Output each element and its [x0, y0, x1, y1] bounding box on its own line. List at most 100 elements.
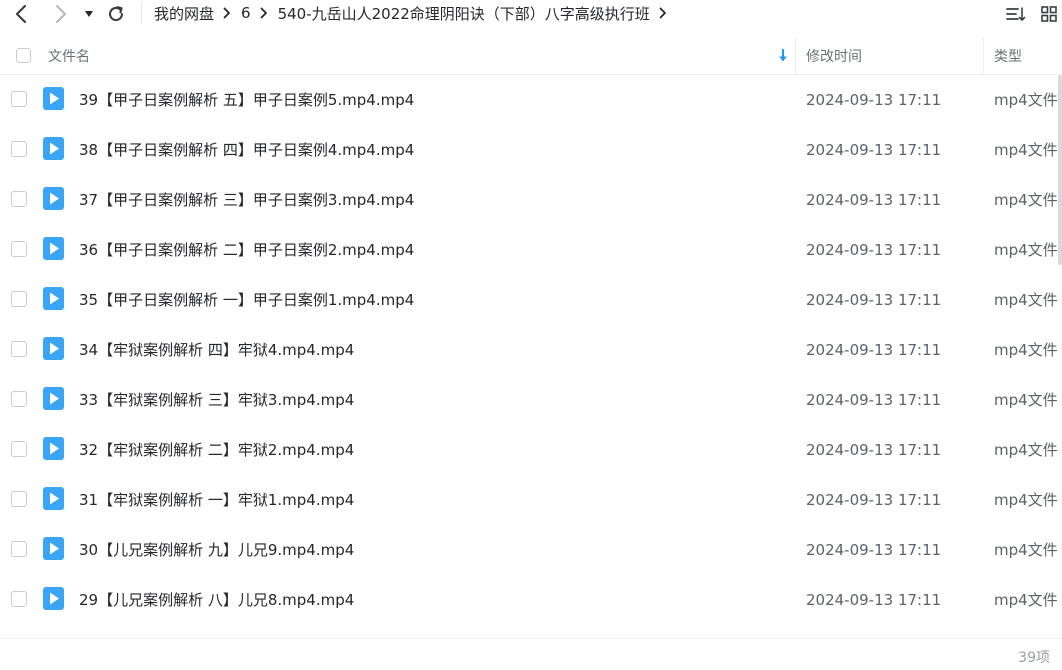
video-file-icon — [43, 137, 64, 160]
video-file-icon — [43, 487, 64, 510]
breadcrumb-separator-icon — [223, 7, 231, 19]
table-row[interactable]: 37【甲子日案例解析 三】甲子日案例3.mp4.mp4 2024-09-13 1… — [0, 175, 1062, 225]
breadcrumb-separator-icon — [260, 7, 268, 19]
column-header-modified[interactable]: 修改时间 — [806, 38, 862, 74]
video-file-icon — [43, 387, 64, 410]
breadcrumb: 我的网盘 6 540-九岳山人2022命理阴阳诀（下部）八字高级执行班 — [154, 0, 677, 26]
file-type: mp4文件 — [994, 491, 1058, 509]
breadcrumb-item-folder[interactable]: 6 — [241, 4, 251, 22]
table-row[interactable] — [0, 625, 1062, 637]
file-modified: 2024-09-13 17:11 — [806, 491, 942, 509]
video-file-icon — [43, 287, 64, 310]
sort-button[interactable] — [1005, 4, 1027, 24]
item-count: 39项 — [1018, 650, 1050, 666]
file-type: mp4文件 — [994, 91, 1058, 109]
table-row[interactable]: 35【甲子日案例解析 一】甲子日案例1.mp4.mp4 2024-09-13 1… — [0, 275, 1062, 325]
refresh-button[interactable] — [104, 0, 128, 28]
table-header: 文件名 修改时间 类型 — [0, 38, 1062, 75]
file-name: 35【甲子日案例解析 一】甲子日案例1.mp4.mp4 — [79, 291, 415, 309]
select-all-checkbox[interactable] — [16, 48, 31, 63]
row-checkbox[interactable] — [11, 91, 27, 107]
row-checkbox[interactable] — [11, 391, 27, 407]
table-row[interactable]: 39【甲子日案例解析 五】甲子日案例5.mp4.mp4 2024-09-13 1… — [0, 75, 1062, 125]
video-file-icon — [43, 187, 64, 210]
breadcrumb-item-current[interactable]: 540-九岳山人2022命理阴阳诀（下部）八字高级执行班 — [278, 3, 650, 24]
file-modified: 2024-09-13 17:11 — [806, 291, 942, 309]
table-row[interactable]: 30【儿兄案例解析 九】儿兄9.mp4.mp4 2024-09-13 17:11… — [0, 525, 1062, 575]
video-file-icon — [43, 237, 64, 260]
row-checkbox[interactable] — [11, 141, 27, 157]
file-type: mp4文件 — [994, 191, 1058, 209]
file-type: mp4文件 — [994, 291, 1058, 309]
status-bar: 39项 — [0, 638, 1062, 670]
column-header-name[interactable]: 文件名 — [48, 38, 90, 74]
file-modified: 2024-09-13 17:11 — [806, 341, 942, 359]
file-name: 39【甲子日案例解析 五】甲子日案例5.mp4.mp4 — [79, 91, 415, 109]
column-divider[interactable] — [983, 38, 984, 74]
top-toolbar: 我的网盘 6 540-九岳山人2022命理阴阳诀（下部）八字高级执行班 — [0, 0, 1062, 28]
table-row[interactable]: 33【牢狱案例解析 三】牢狱3.mp4.mp4 2024-09-13 17:11… — [0, 375, 1062, 425]
breadcrumb-separator-icon — [659, 7, 667, 19]
history-dropdown-button[interactable] — [80, 0, 98, 28]
video-file-icon — [43, 587, 64, 610]
file-list: 39【甲子日案例解析 五】甲子日案例5.mp4.mp4 2024-09-13 1… — [0, 75, 1062, 637]
file-name: 30【儿兄案例解析 九】儿兄9.mp4.mp4 — [79, 541, 355, 559]
file-modified: 2024-09-13 17:11 — [806, 191, 942, 209]
sort-descending-icon[interactable] — [777, 48, 789, 64]
table-row[interactable]: 36【甲子日案例解析 二】甲子日案例2.mp4.mp4 2024-09-13 1… — [0, 225, 1062, 275]
row-checkbox[interactable] — [11, 591, 27, 607]
view-mode-button[interactable] — [1038, 4, 1060, 24]
row-checkbox[interactable] — [11, 241, 27, 257]
toolbar-divider — [141, 2, 142, 24]
video-file-icon — [43, 437, 64, 460]
file-name: 36【甲子日案例解析 二】甲子日案例2.mp4.mp4 — [79, 241, 415, 259]
vertical-scrollbar[interactable] — [1058, 75, 1062, 265]
table-row[interactable]: 31【牢狱案例解析 一】牢狱1.mp4.mp4 2024-09-13 17:11… — [0, 475, 1062, 525]
file-modified: 2024-09-13 17:11 — [806, 591, 942, 609]
file-name: 29【儿兄案例解析 八】儿兄8.mp4.mp4 — [79, 591, 355, 609]
row-checkbox[interactable] — [11, 191, 27, 207]
file-type: mp4文件 — [994, 391, 1058, 409]
file-name: 34【牢狱案例解析 四】牢狱4.mp4.mp4 — [79, 341, 355, 359]
table-row[interactable]: 38【甲子日案例解析 四】甲子日案例4.mp4.mp4 2024-09-13 1… — [0, 125, 1062, 175]
table-row[interactable]: 29【儿兄案例解析 八】儿兄8.mp4.mp4 2024-09-13 17:11… — [0, 575, 1062, 625]
sort-list-icon — [1006, 7, 1026, 21]
video-file-icon — [43, 337, 64, 360]
column-header-type[interactable]: 类型 — [994, 38, 1022, 74]
file-type: mp4文件 — [994, 241, 1058, 259]
table-row[interactable]: 34【牢狱案例解析 四】牢狱4.mp4.mp4 2024-09-13 17:11… — [0, 325, 1062, 375]
file-name: 31【牢狱案例解析 一】牢狱1.mp4.mp4 — [79, 491, 355, 509]
file-name: 33【牢狱案例解析 三】牢狱3.mp4.mp4 — [79, 391, 355, 409]
file-modified: 2024-09-13 17:11 — [806, 91, 942, 109]
file-modified: 2024-09-13 17:11 — [806, 241, 942, 259]
grid-view-icon — [1041, 6, 1057, 22]
file-name: 37【甲子日案例解析 三】甲子日案例3.mp4.mp4 — [79, 191, 415, 209]
file-modified: 2024-09-13 17:11 — [806, 141, 942, 159]
file-modified: 2024-09-13 17:11 — [806, 441, 942, 459]
video-file-icon — [43, 87, 64, 110]
table-row[interactable]: 32【牢狱案例解析 二】牢狱2.mp4.mp4 2024-09-13 17:11… — [0, 425, 1062, 475]
caret-down-icon — [85, 11, 93, 17]
file-name: 38【甲子日案例解析 四】甲子日案例4.mp4.mp4 — [79, 141, 415, 159]
video-file-icon — [43, 537, 64, 560]
row-checkbox[interactable] — [11, 491, 27, 507]
file-modified: 2024-09-13 17:11 — [806, 541, 942, 559]
forward-button[interactable] — [48, 0, 74, 28]
file-type: mp4文件 — [994, 341, 1058, 359]
chevron-right-icon — [56, 5, 66, 23]
back-button[interactable] — [8, 0, 34, 28]
row-checkbox[interactable] — [11, 291, 27, 307]
row-checkbox[interactable] — [11, 441, 27, 457]
refresh-icon — [109, 6, 124, 22]
row-checkbox[interactable] — [11, 541, 27, 557]
file-type: mp4文件 — [994, 141, 1058, 159]
file-type: mp4文件 — [994, 441, 1058, 459]
file-type: mp4文件 — [994, 541, 1058, 559]
breadcrumb-item-root[interactable]: 我的网盘 — [154, 3, 214, 24]
file-type: mp4文件 — [994, 591, 1058, 609]
file-modified: 2024-09-13 17:11 — [806, 391, 942, 409]
file-name: 32【牢狱案例解析 二】牢狱2.mp4.mp4 — [79, 441, 355, 459]
chevron-left-icon — [15, 4, 27, 24]
column-divider[interactable] — [795, 38, 796, 74]
row-checkbox[interactable] — [11, 341, 27, 357]
